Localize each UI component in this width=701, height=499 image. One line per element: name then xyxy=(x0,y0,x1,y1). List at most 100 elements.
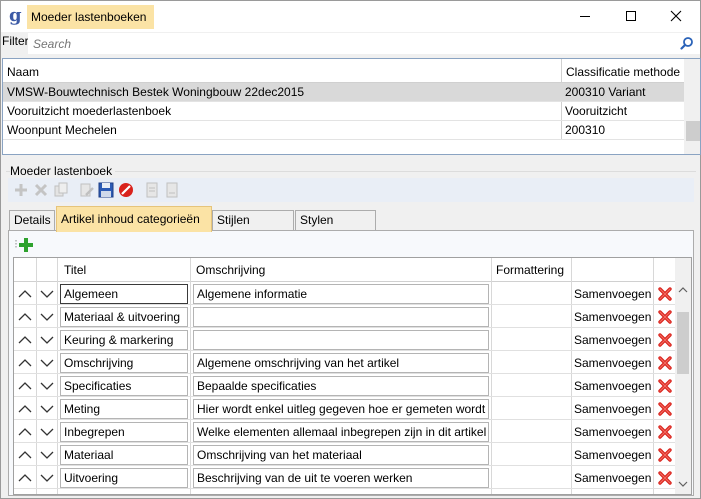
list-row[interactable]: Vooruitzicht moederlastenboek Vooruitzic… xyxy=(3,102,684,121)
row-naam: Vooruitzicht moederlastenboek xyxy=(7,104,172,118)
samenvoegen-cell[interactable]: Samenvoegen xyxy=(574,356,651,370)
title-bar[interactable]: g Moeder lastenboeken xyxy=(1,1,700,32)
moeder-lastenboek-list: Naam Classificatie methode VMSW-Bouwtech… xyxy=(2,58,701,155)
samenvoegen-cell[interactable]: Samenvoegen xyxy=(574,471,651,485)
tab-details[interactable]: Details xyxy=(9,210,55,231)
samenvoegen-cell[interactable]: Samenvoegen xyxy=(574,310,651,324)
column-header-formattering[interactable]: Formattering xyxy=(496,263,564,277)
search-icon[interactable] xyxy=(680,36,694,50)
scroll-up-icon[interactable] xyxy=(678,286,688,294)
titel-input[interactable]: Inbegrepen xyxy=(60,422,188,442)
group-label: Moeder lastenboek xyxy=(10,164,116,178)
table-row: Inbegrepen Welke elementen allemaal inbeg… xyxy=(14,420,676,443)
move-down-icon[interactable] xyxy=(39,355,55,371)
import-icon[interactable] xyxy=(143,181,161,199)
column-header-classificatie[interactable]: Classificatie methode xyxy=(566,62,680,82)
edit-icon[interactable] xyxy=(78,181,96,199)
column-header-omschrijving[interactable]: Omschrijving xyxy=(196,263,265,277)
titel-input[interactable]: Materiaal xyxy=(60,445,188,465)
filter-box xyxy=(28,33,700,54)
move-down-icon[interactable] xyxy=(39,401,55,417)
move-down-icon[interactable] xyxy=(39,309,55,325)
omschrijving-input[interactable]: Bepaalde specificaties xyxy=(193,376,489,396)
move-up-icon[interactable] xyxy=(17,424,33,440)
list-row[interactable]: Woonpunt Mechelen 200310 xyxy=(3,121,684,140)
titel-input[interactable]: Meting xyxy=(60,399,188,419)
move-down-icon[interactable] xyxy=(39,424,55,440)
delete-row-icon[interactable] xyxy=(657,447,673,463)
move-up-icon[interactable] xyxy=(17,401,33,417)
omschrijving-input[interactable]: Hier wordt enkel uitleg gegeven hoe er g… xyxy=(193,399,489,419)
samenvoegen-cell[interactable]: Samenvoegen xyxy=(574,333,651,347)
omschrijving-input[interactable]: Beschrijving van de uit te voeren werken xyxy=(193,468,489,488)
toolbar xyxy=(8,178,694,202)
maximize-button[interactable] xyxy=(608,1,653,31)
search-input[interactable] xyxy=(29,34,669,53)
save-icon[interactable] xyxy=(97,181,115,199)
titel-input[interactable]: Specificaties xyxy=(60,376,188,396)
column-header-naam[interactable]: Naam xyxy=(7,62,39,82)
add-icon[interactable] xyxy=(12,181,30,199)
omschrijving-input[interactable] xyxy=(193,307,489,327)
close-button[interactable] xyxy=(654,1,699,31)
delete-row-icon[interactable] xyxy=(657,378,673,394)
move-up-icon[interactable] xyxy=(17,286,33,302)
delete-row-icon[interactable] xyxy=(657,309,673,325)
samenvoegen-cell[interactable]: Samenvoegen xyxy=(574,402,651,416)
samenvoegen-cell[interactable]: Samenvoegen xyxy=(574,448,651,462)
delete-icon[interactable] xyxy=(32,181,50,199)
omschrijving-input[interactable]: Algemene informatie xyxy=(193,284,489,304)
move-down-icon[interactable] xyxy=(39,470,55,486)
cancel-icon[interactable] xyxy=(117,181,135,199)
export-icon[interactable] xyxy=(163,181,181,199)
omschrijving-input[interactable]: Welke elementen allemaal inbegrepen zijn… xyxy=(193,422,489,442)
delete-row-icon[interactable] xyxy=(657,355,673,371)
column-header-titel[interactable]: Titel xyxy=(64,263,86,277)
delete-row-icon[interactable] xyxy=(657,401,673,417)
titel-input[interactable]: Materiaal & uitvoering xyxy=(60,307,188,327)
move-up-icon[interactable] xyxy=(17,355,33,371)
omschrijving-input[interactable] xyxy=(193,330,489,350)
table-row: Meting Hier wordt enkel uitleg gegeven ho… xyxy=(14,397,676,420)
row-naam: VMSW-Bouwtechnisch Bestek Woningbouw 22d… xyxy=(7,85,305,99)
omschrijving-input[interactable]: Algemene omschrijving van het artikel xyxy=(193,353,489,373)
titel-input[interactable]: Uitvoering xyxy=(60,468,188,488)
titel-input[interactable]: Omschrijving xyxy=(60,353,188,373)
table-row: Materiaal & uitvoering Samenvoegen xyxy=(14,305,676,328)
tab-artikel-inhoud-categorieen[interactable]: Artikel inhoud categorieën xyxy=(56,206,212,232)
titel-input[interactable]: Algemeen xyxy=(60,284,188,304)
tab-stijlen-word[interactable]: Stijlen (Word) xyxy=(212,210,294,246)
delete-row-icon[interactable] xyxy=(657,470,673,486)
delete-row-icon[interactable] xyxy=(657,424,673,440)
minimize-button[interactable] xyxy=(563,1,608,31)
grid-scrollbar[interactable] xyxy=(675,258,691,494)
omschrijving-input[interactable]: Omschrijving van het materiaal xyxy=(193,445,489,465)
move-up-icon[interactable] xyxy=(17,378,33,394)
scroll-down-icon[interactable] xyxy=(678,480,688,488)
move-up-icon[interactable] xyxy=(17,447,33,463)
move-down-icon[interactable] xyxy=(39,447,55,463)
move-up-icon[interactable] xyxy=(17,332,33,348)
samenvoegen-cell[interactable]: Samenvoegen xyxy=(574,425,651,439)
move-down-icon[interactable] xyxy=(39,332,55,348)
list-row[interactable]: VMSW-Bouwtechnisch Bestek Woningbouw 22d… xyxy=(3,83,684,102)
row-naam: Woonpunt Mechelen xyxy=(7,123,117,137)
scrollbar-thumb[interactable] xyxy=(677,312,689,374)
titel-input[interactable]: Keuring & markering xyxy=(60,330,188,350)
list-scrollbar[interactable] xyxy=(684,59,700,154)
delete-row-icon[interactable] xyxy=(657,332,673,348)
tab-stylen-excel[interactable]: Stylen (Excel) xyxy=(295,210,376,246)
move-down-icon[interactable] xyxy=(39,286,55,302)
scrollbar-thumb[interactable] xyxy=(686,121,700,141)
add-row-icon[interactable] xyxy=(15,235,33,253)
copy-icon[interactable] xyxy=(52,181,70,199)
table-row: Specificaties Bepaalde specificaties Samen… xyxy=(14,374,676,397)
delete-row-icon[interactable] xyxy=(657,286,673,302)
samenvoegen-cell[interactable]: Samenvoegen xyxy=(574,287,651,301)
samenvoegen-cell[interactable]: Samenvoegen xyxy=(574,379,651,393)
filter-label: Filter xyxy=(2,34,29,48)
move-up-icon[interactable] xyxy=(17,470,33,486)
move-down-icon[interactable] xyxy=(39,378,55,394)
move-up-icon[interactable] xyxy=(17,309,33,325)
table-row: Algemeen Algemene informatie Samenvoegen xyxy=(14,282,676,305)
